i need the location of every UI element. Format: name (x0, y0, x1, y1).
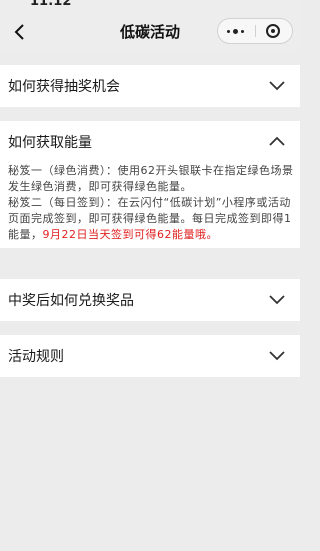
checkin-highlight: 9月22日当天签到可得62能量哦。 (42, 228, 218, 241)
chevron-down-icon (269, 351, 285, 361)
section-header-lottery-chance[interactable]: 如何获得抽奖机会 (0, 65, 300, 107)
status-bar: 11:12 (0, 0, 300, 12)
section-title: 如何获得抽奖机会 (8, 79, 120, 95)
section-header-redeem-prize[interactable]: 中奖后如何兑换奖品 (0, 279, 300, 321)
chevron-up-icon (269, 136, 285, 146)
energy-rules-text: 秘笈一（绿色消费）：使用62开头银联卡在指定绿色场景发生绿色消费，即可获得绿色能… (8, 163, 294, 243)
mini-program-capsule (217, 18, 293, 44)
section-activity-rules: 活动规则 (0, 335, 300, 377)
tip-daily-checkin: 秘笈二（每日签到）：在云闪付“低碳计划”小程序或活动页面完成签到，即可获得绿色能… (8, 195, 294, 243)
section-header-activity-rules[interactable]: 活动规则 (0, 335, 300, 377)
chevron-down-icon (269, 295, 285, 305)
section-title: 中奖后如何兑换奖品 (8, 293, 134, 309)
section-get-energy: 如何获取能量 秘笈一（绿色消费）：使用62开头银联卡在指定绿色场景发生绿色消费，… (0, 121, 300, 248)
nav-bar: 低碳活动 (0, 12, 300, 52)
more-button[interactable] (218, 19, 255, 43)
section-lottery-chance: 如何获得抽奖机会 (0, 65, 300, 107)
section-redeem-prize: 中奖后如何兑换奖品 (0, 279, 300, 321)
status-time: 11:12 (30, 0, 72, 9)
section-header-get-energy[interactable]: 如何获取能量 (0, 121, 300, 163)
section-title: 活动规则 (8, 349, 64, 365)
tip-green-consumption: 秘笈一（绿色消费）：使用62开头银联卡在指定绿色场景发生绿色消费，即可获得绿色能… (8, 164, 294, 193)
chevron-down-icon (269, 81, 285, 91)
section-title: 如何获取能量 (8, 135, 92, 151)
close-mini-program-button[interactable] (256, 19, 292, 43)
